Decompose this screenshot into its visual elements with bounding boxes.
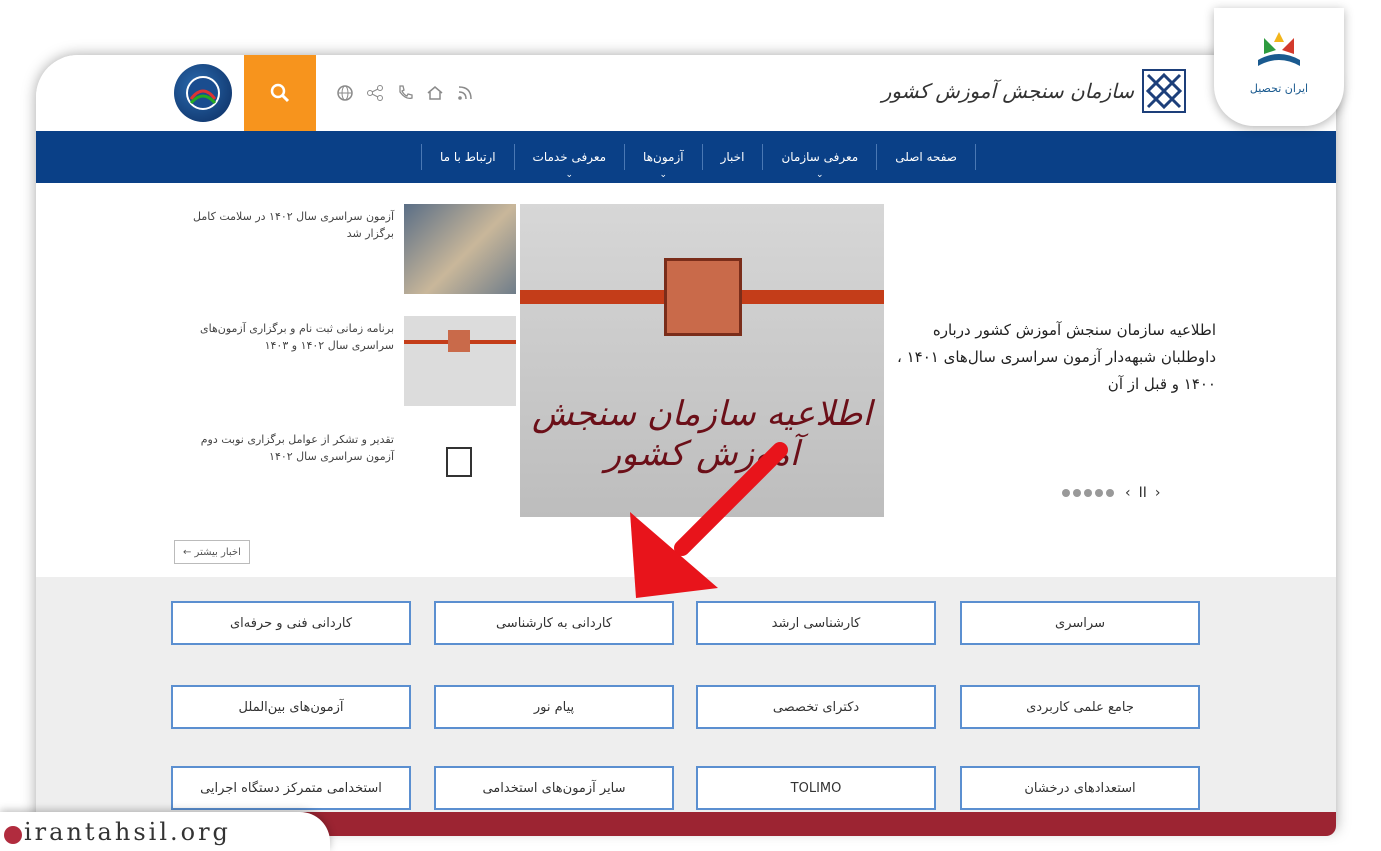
exam-button[interactable]: کاردانی به کارشناسی xyxy=(434,601,674,645)
header-tools xyxy=(174,55,480,131)
rss-icon[interactable] xyxy=(450,78,480,108)
chevron-down-icon: ⌄ xyxy=(816,170,824,180)
logo-mark-icon xyxy=(1142,69,1186,113)
nav-contact[interactable]: ارتباط با ما xyxy=(420,144,514,170)
side-news-text: تقدیر و تشکر از عوامل برگزاری نوبت دوم آ… xyxy=(200,433,394,463)
side-news-text: برنامه زمانی ثبت نام و برگزاری آزمون‌های… xyxy=(199,322,394,352)
slide-caption: اطلاعیه سازمان سنجش آموزش کشور xyxy=(531,394,873,474)
news-thumb-image xyxy=(404,204,516,294)
chevron-down-icon: ⌄ xyxy=(565,170,574,180)
exam-button[interactable]: استخدامی متمرکز دستگاه اجرایی xyxy=(171,766,411,810)
nav-label: آزمون‌ها xyxy=(643,150,684,164)
nav-label: صفحه اصلی xyxy=(895,150,957,164)
exam-button[interactable]: آزمون‌های بین‌الملل xyxy=(171,685,411,729)
more-news-button[interactable]: اخبار بیشتر ← xyxy=(174,540,250,564)
exam-button[interactable]: سایر آزمون‌های استخدامی xyxy=(434,766,674,810)
site-logo[interactable]: سازمان سنجش آموزش کشور xyxy=(882,69,1186,113)
browser-frame: سازمان سنجش آموزش کشور صفحه اصلی معرفی س… xyxy=(36,55,1336,830)
news-thumb-image xyxy=(404,427,516,517)
site-header: سازمان سنجش آموزش کشور xyxy=(36,55,1336,131)
exam-button[interactable]: کارشناسی ارشد xyxy=(696,601,936,645)
site-url-text: irantahsil.org xyxy=(24,818,231,846)
slider-controls: ‹ II › xyxy=(1062,485,1160,501)
nav-home[interactable]: صفحه اصلی xyxy=(876,144,976,170)
slide-badge xyxy=(664,258,742,336)
nav-label: اخبار xyxy=(720,150,745,164)
exam-button[interactable]: دکترای تخصصی xyxy=(696,685,936,729)
brand-badge: ایران تحصیل xyxy=(1214,8,1344,126)
nav-news[interactable]: اخبار xyxy=(701,144,763,170)
side-news-item[interactable]: تقدیر و تشکر از عوامل برگزاری نوبت دوم آ… xyxy=(176,427,516,519)
news-thumb-image xyxy=(404,316,516,406)
exam-button[interactable]: استعدادهای درخشان xyxy=(960,766,1200,810)
logo-text: سازمان سنجش آموزش کشور xyxy=(881,79,1134,103)
nav-label: ارتباط با ما xyxy=(439,150,496,164)
site-url-tag: irantahsil.org xyxy=(0,812,330,851)
exam-button[interactable]: سراسری xyxy=(960,601,1200,645)
search-icon xyxy=(270,83,290,103)
side-news-item[interactable]: آزمون سراسری سال ۱۴۰۲ در سلامت کامل برگز… xyxy=(176,204,516,296)
side-news-item[interactable]: برنامه زمانی ثبت نام و برگزاری آزمون‌های… xyxy=(176,316,516,408)
search-button[interactable] xyxy=(244,55,316,131)
exam-button[interactable]: پیام نور xyxy=(434,685,674,729)
nav-about[interactable]: معرفی سازمان ⌄ xyxy=(762,144,876,180)
globe-icon xyxy=(4,826,22,844)
share-icon[interactable] xyxy=(360,78,390,108)
exam-button[interactable]: TOLIMO xyxy=(696,766,936,810)
nav-exams[interactable]: آزمون‌ها ⌄ xyxy=(624,144,702,180)
nav-label: معرفی سازمان xyxy=(781,150,859,164)
slide-image[interactable]: اطلاعیه سازمان سنجش آموزش کشور xyxy=(520,204,884,517)
slider-dots[interactable] xyxy=(1062,485,1117,501)
prev-arrow-icon[interactable]: ‹ xyxy=(1125,485,1131,501)
next-arrow-icon[interactable]: › xyxy=(1155,485,1161,501)
exam-button[interactable]: جامع علمی کاربردی xyxy=(960,685,1200,729)
exam-button[interactable]: کاردانی فنی و حرفه‌ای xyxy=(171,601,411,645)
book-logo-icon xyxy=(1258,32,1300,66)
emblem-logo xyxy=(174,64,232,122)
side-news-text: آزمون سراسری سال ۱۴۰۲ در سلامت کامل برگز… xyxy=(193,210,394,240)
globe-icon[interactable] xyxy=(330,78,360,108)
pause-icon[interactable]: II xyxy=(1139,485,1147,501)
nav-services[interactable]: معرفی خدمات ⌄ xyxy=(513,144,625,180)
phone-icon[interactable] xyxy=(390,78,420,108)
brand-badge-text: ایران تحصیل xyxy=(1249,82,1309,95)
main-headline[interactable]: اطلاعیه سازمان سنجش آموزش کشور درباره دا… xyxy=(886,317,1216,398)
main-nav: صفحه اصلی معرفی سازمان ⌄ اخبار آزمون‌ها ⌄ … xyxy=(36,131,1336,183)
home-icon[interactable] xyxy=(420,78,450,108)
nav-label: معرفی خدمات xyxy=(532,150,607,164)
chevron-down-icon: ⌄ xyxy=(659,170,668,180)
